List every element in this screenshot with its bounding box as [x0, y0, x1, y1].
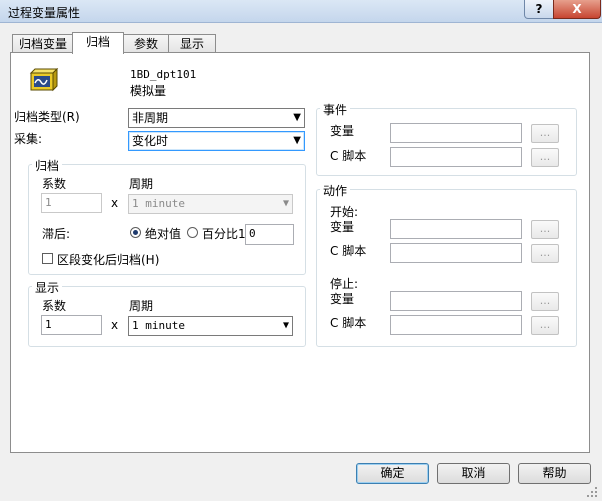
archive-cycle-value: 1 minute [132, 197, 185, 210]
event-script-label: C 脚本 [330, 149, 367, 163]
display-cycle-label: 周期 [129, 299, 154, 313]
display-factor-label: 系数 [42, 299, 67, 313]
tab-display[interactable]: 显示 [168, 34, 216, 53]
archive-type-label: 归档类型(R) [14, 110, 80, 124]
event-variable-browse-button[interactable]: ... [531, 124, 559, 143]
chevron-down-icon: ▼ [293, 112, 301, 123]
archive-group-legend: 归档 [32, 157, 63, 174]
tag-name: 1BD_dpt101 [130, 68, 197, 81]
resize-grip-icon[interactable] [586, 486, 598, 498]
stop-variable-label: 变量 [330, 292, 355, 306]
chevron-down-icon: ▼ [282, 198, 289, 209]
start-variable-browse-button[interactable]: ... [531, 220, 559, 239]
event-script-browse-button[interactable]: ... [531, 148, 559, 167]
ok-button[interactable]: 确定 [356, 463, 429, 484]
tab-archive-tag[interactable]: 归档变量 [12, 34, 74, 53]
chevron-down-icon: ▼ [282, 320, 289, 331]
segment-label: 区段变化后归档(H) [57, 253, 160, 267]
start-script-browse-button[interactable]: ... [531, 244, 559, 263]
start-variable-label: 变量 [330, 220, 355, 234]
start-variable-input[interactable] [390, 219, 522, 239]
chevron-down-icon: ▼ [293, 135, 301, 146]
stop-script-input[interactable] [390, 315, 522, 335]
absolute-radio[interactable] [130, 227, 141, 238]
help-titlebar-button[interactable]: ? [524, 0, 554, 19]
hysteresis-label: 滞后: [42, 227, 71, 241]
percent-radio[interactable] [187, 227, 198, 238]
times-sign: x [111, 196, 119, 210]
events-group-legend: 事件 [320, 101, 351, 118]
acquisition-label: 采集: [14, 132, 43, 146]
stop-script-label: C 脚本 [330, 316, 367, 330]
tab-archive[interactable]: 归档 [72, 32, 124, 54]
start-script-input[interactable] [390, 243, 522, 263]
display-factor-input[interactable]: 1 [41, 315, 102, 335]
stop-script-browse-button[interactable]: ... [531, 316, 559, 335]
event-variable-label: 变量 [330, 124, 355, 138]
tag-type: 模拟量 [130, 84, 167, 98]
title-bar [0, 0, 602, 23]
archive-factor-label: 系数 [42, 177, 67, 191]
acquisition-select[interactable]: 变化时 ▼ [128, 131, 305, 151]
close-button[interactable]: X [553, 0, 601, 19]
tab-parameters[interactable]: 参数 [122, 34, 170, 53]
percent-label: 百分比1 [202, 227, 246, 241]
event-variable-input[interactable] [390, 123, 522, 143]
actions-group-legend: 动作 [320, 182, 351, 199]
archive-type-select[interactable]: 非周期 ▼ [128, 108, 305, 128]
archive-factor-input[interactable]: 1 [41, 193, 102, 213]
percent-input[interactable]: 0 [245, 224, 294, 245]
window-title: 过程变量属性 [8, 6, 81, 20]
analog-tag-icon [29, 67, 59, 92]
display-cycle-select[interactable]: 1 minute ▼ [128, 316, 293, 336]
start-script-label: C 脚本 [330, 244, 367, 258]
absolute-label: 绝对值 [145, 227, 182, 241]
archive-cycle-label: 周期 [129, 177, 154, 191]
archive-type-value: 非周期 [132, 111, 169, 125]
acquisition-value: 变化时 [132, 134, 169, 148]
display-group-legend: 显示 [32, 279, 63, 296]
times-sign: x [111, 318, 119, 332]
stop-variable-input[interactable] [390, 291, 522, 311]
event-script-input[interactable] [390, 147, 522, 167]
display-cycle-value: 1 minute [132, 319, 185, 332]
archive-cycle-select[interactable]: 1 minute ▼ [128, 194, 293, 214]
stop-variable-browse-button[interactable]: ... [531, 292, 559, 311]
segment-checkbox[interactable] [42, 253, 53, 264]
cancel-button[interactable]: 取消 [437, 463, 510, 484]
help-button[interactable]: 帮助 [518, 463, 591, 484]
